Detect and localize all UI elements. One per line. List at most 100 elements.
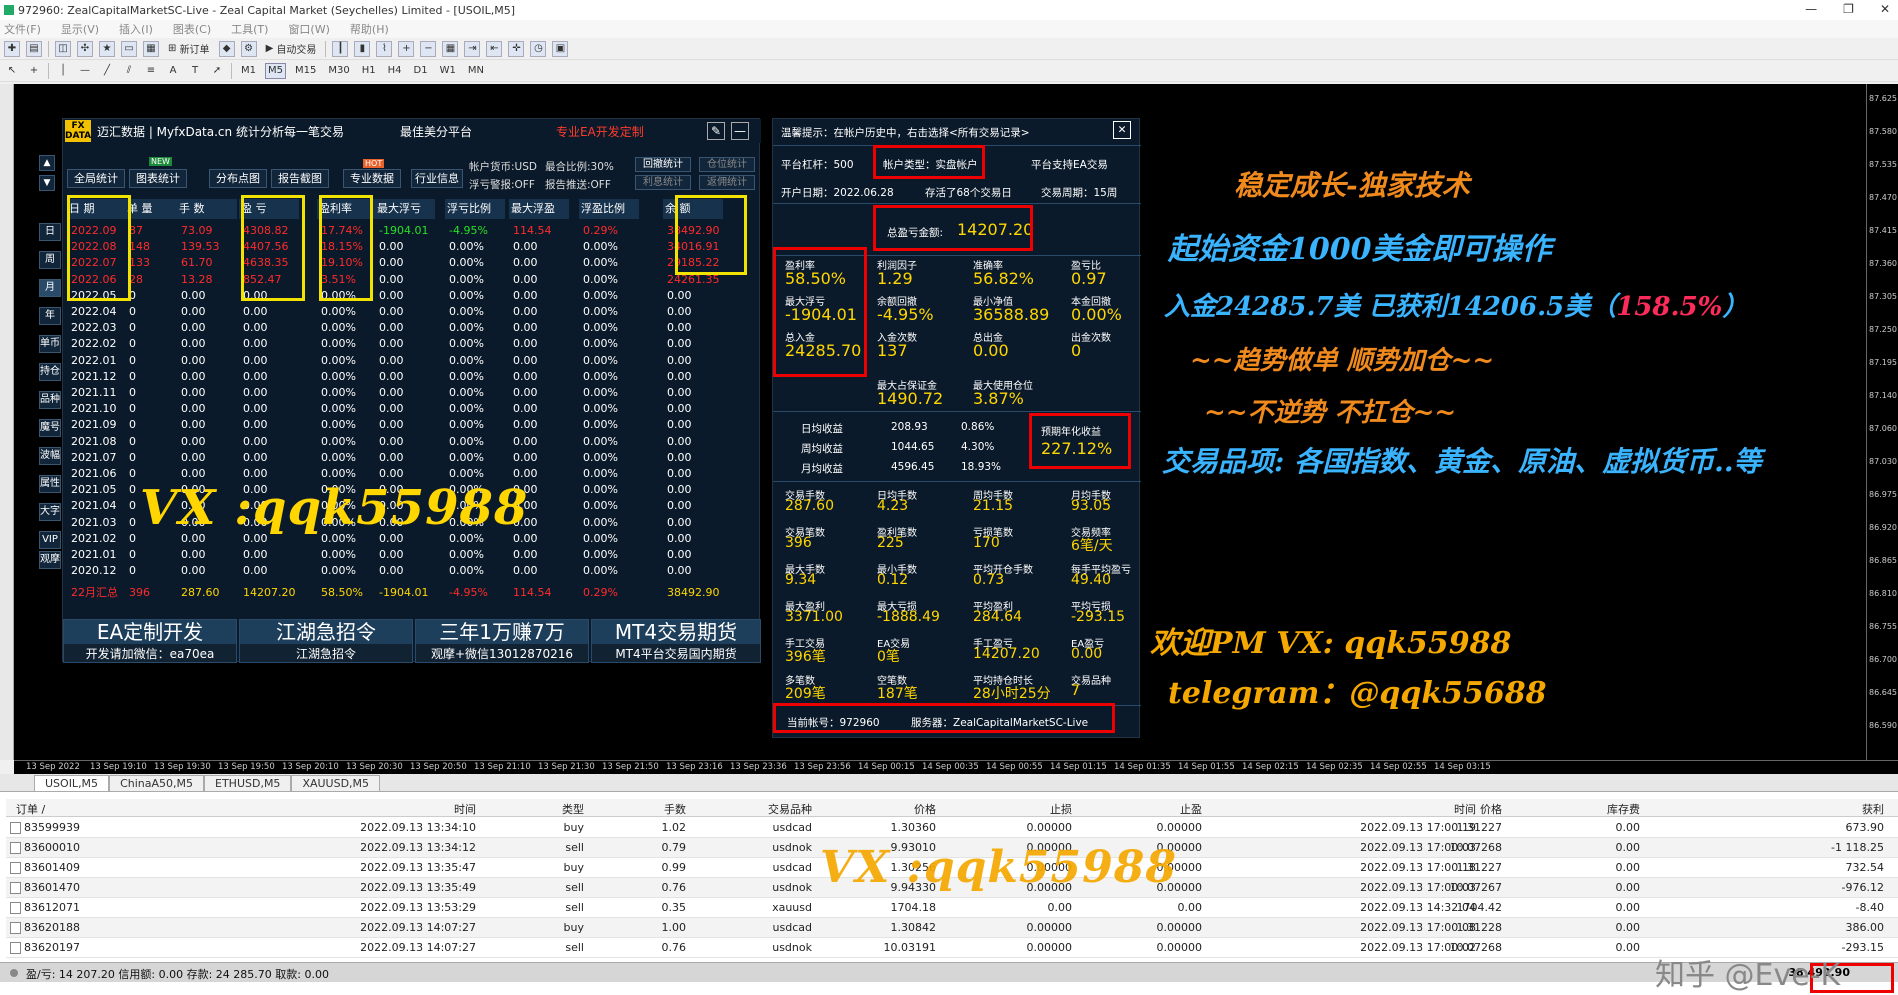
btn-chart-stats[interactable]: 图表统计	[129, 169, 187, 188]
tf-h1[interactable]: H1	[359, 63, 379, 79]
side-tab-single-coin[interactable]: 单币	[39, 335, 61, 353]
menu-tools[interactable]: 工具(T)	[231, 21, 268, 37]
btn-distribution[interactable]: 分布点图	[209, 169, 267, 188]
options-icon[interactable]: ⚙	[240, 40, 257, 57]
tf-m15[interactable]: M15	[292, 63, 319, 79]
tf-m30[interactable]: M30	[325, 63, 352, 79]
data-window-icon[interactable]: ✣	[77, 40, 93, 57]
channel-icon[interactable]: ⫽	[121, 63, 137, 79]
terminal-icon[interactable]: ▭	[121, 40, 137, 57]
side-tab-attributes[interactable]: 属性	[39, 475, 61, 493]
templates-icon[interactable]: ▣	[552, 40, 569, 57]
menu-view[interactable]: 显示(V)	[61, 21, 99, 37]
autotrade-button[interactable]: ▶ 自动交易	[263, 41, 320, 57]
edit-icon[interactable]: ✎	[707, 122, 725, 140]
side-tab-magic[interactable]: 魔号	[39, 419, 61, 437]
menu-help[interactable]: 帮助(H)	[350, 21, 389, 37]
tf-h4[interactable]: H4	[385, 63, 405, 79]
line-chart-icon[interactable]: ⌇	[376, 40, 393, 57]
side-tab-symbols[interactable]: 品种	[39, 391, 61, 409]
crosshair-icon[interactable]: +	[26, 63, 42, 79]
history-column-header[interactable]: 类型	[506, 801, 584, 817]
btn-rebate-stats[interactable]: 返佣统计	[699, 175, 755, 190]
periods-icon[interactable]: ◷	[530, 40, 547, 57]
menu-insert[interactable]: 插入(I)	[119, 21, 153, 37]
tf-mn[interactable]: MN	[465, 63, 487, 79]
indicators-icon[interactable]: ✛	[508, 40, 525, 57]
side-tab-year[interactable]: 年	[39, 307, 61, 325]
history-column-header[interactable]: 时间	[206, 801, 476, 817]
btn-interest-stats[interactable]: 利息统计	[635, 175, 691, 190]
minimize-panel-icon[interactable]: —	[731, 122, 749, 140]
minimize-button[interactable]: —	[1805, 2, 1817, 16]
btn-industry[interactable]: 行业信息	[411, 169, 463, 188]
history-row[interactable]: 83599939 2022.09.13 13:34:10 buy 1.02 usdcad…	[6, 818, 1898, 838]
ad-three-years[interactable]: 三年1万赚7万 观摩+微信13012870216	[415, 619, 589, 663]
new-order-button[interactable]: ⊞ 新订单	[165, 41, 213, 57]
vertical-line-icon[interactable]: │	[55, 63, 71, 79]
ad-ea-custom[interactable]: EA定制开发 开发请加微信：ea70ea	[63, 619, 237, 663]
history-column-header[interactable]: 止盈	[1076, 801, 1202, 817]
history-column-header[interactable]: 订单 /	[16, 801, 196, 817]
menu-file[interactable]: 文件(F)	[4, 21, 41, 37]
side-tab-volatility[interactable]: 波幅	[39, 447, 61, 465]
close-button[interactable]: ✕	[1880, 2, 1890, 16]
history-row[interactable]: 83620188 2022.09.13 14:07:27 buy 1.00 usdcad…	[6, 918, 1898, 938]
side-tab-big-font[interactable]: 大字	[39, 503, 61, 521]
menu-window[interactable]: 窗口(W)	[288, 21, 329, 37]
fibo-icon[interactable]: ≡	[143, 63, 159, 79]
history-row[interactable]: 83620197 2022.09.13 14:07:27 sell 0.76 usdno…	[6, 938, 1898, 958]
new-chart-icon[interactable]: ✚	[4, 40, 20, 57]
zoom-out-icon[interactable]: −	[420, 40, 437, 57]
tab-chinaa50[interactable]: ChinaA50,M5	[109, 775, 204, 791]
tf-d1[interactable]: D1	[411, 63, 431, 79]
zoom-in-icon[interactable]: +	[398, 40, 415, 57]
side-tab-vip[interactable]: VIP	[39, 531, 61, 549]
side-tab-week[interactable]: 周	[39, 251, 61, 269]
history-column-header[interactable]: 交易品种	[696, 801, 812, 817]
profiles-icon[interactable]: ▤	[26, 40, 42, 57]
restore-button[interactable]: ❐	[1843, 2, 1854, 16]
history-column-header[interactable]: 库存费	[1516, 801, 1640, 817]
side-tab-observe[interactable]: 观摩	[39, 551, 61, 569]
panel-ea-link[interactable]: 专业EA开发定制	[556, 123, 644, 140]
horizontal-line-icon[interactable]: —	[77, 63, 93, 79]
btn-drawdown-stats[interactable]: 回撤统计	[635, 157, 691, 172]
btn-report-shot[interactable]: 报告截图	[271, 169, 329, 188]
side-tab-holdings[interactable]: 持仓	[39, 363, 61, 381]
label-icon[interactable]: T	[187, 63, 203, 79]
metaeditor-icon[interactable]: ◆	[218, 40, 235, 57]
history-column-header[interactable]: 获利	[1646, 801, 1884, 817]
tab-xauusd[interactable]: XAUUSD,M5	[291, 775, 381, 791]
tile-windows-icon[interactable]: ▦	[442, 40, 459, 57]
history-column-header[interactable]: 价格	[816, 801, 936, 817]
tf-m5[interactable]: M5	[265, 62, 286, 79]
history-row[interactable]: 83612071 2022.09.13 13:53:29 sell 0.35 xauus…	[6, 898, 1898, 918]
trendline-icon[interactable]: ╱	[99, 63, 115, 79]
scroll-down-icon[interactable]: ▼	[39, 175, 55, 191]
navigator-icon[interactable]: ★	[99, 40, 115, 57]
market-watch-icon[interactable]: ◫	[55, 40, 71, 57]
candles-icon[interactable]: ▮	[354, 40, 371, 57]
side-tab-month[interactable]: 月	[39, 279, 61, 297]
btn-pro-data[interactable]: 专业数据	[343, 169, 401, 188]
history-column-header[interactable]: 止损	[946, 801, 1072, 817]
bar-chart-icon[interactable]: ┃	[332, 40, 349, 57]
close-icon[interactable]: ✕	[1113, 121, 1131, 139]
autoscroll-icon[interactable]: ⇥	[464, 40, 481, 57]
history-column-header[interactable]: 价格	[1386, 801, 1502, 817]
tf-m1[interactable]: M1	[238, 63, 259, 79]
tf-w1[interactable]: W1	[437, 63, 459, 79]
cursor-icon[interactable]: ↖	[4, 63, 20, 79]
tab-usoil[interactable]: USOIL,M5	[34, 775, 110, 791]
tester-icon[interactable]: ▦	[143, 40, 159, 57]
tab-ethusd[interactable]: ETHUSD,M5	[204, 775, 292, 791]
btn-global-stats[interactable]: 全局统计	[67, 169, 125, 188]
text-icon[interactable]: A	[165, 63, 181, 79]
scroll-up-icon[interactable]: ▲	[39, 155, 55, 171]
menu-charts[interactable]: 图表(C)	[173, 21, 211, 37]
ad-jianghu[interactable]: 江湖急招令 江湖急招令	[239, 619, 413, 663]
ad-mt4-futures[interactable]: MT4交易期货 MT4平台交易国内期货	[591, 619, 761, 663]
btn-position-stats[interactable]: 仓位统计	[699, 157, 755, 172]
history-column-header[interactable]: 手数	[626, 801, 686, 817]
